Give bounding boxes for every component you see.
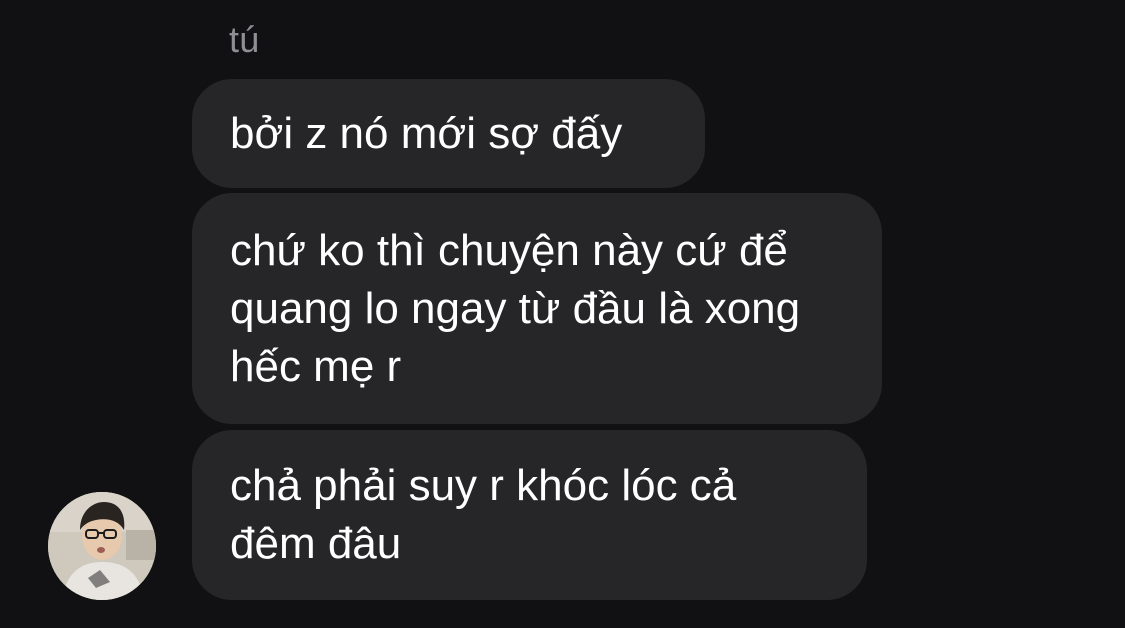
- message-text: chả phải suy r khóc lóc cả đêm đâu: [230, 461, 737, 568]
- message-text: bởi z nó mới sợ đấy: [230, 108, 623, 158]
- message-bubble[interactable]: chứ ko thì chuyện này cứ để quang lo nga…: [192, 193, 882, 424]
- user-photo-avatar-icon: [48, 492, 156, 600]
- message-bubble[interactable]: chả phải suy r khóc lóc cả đêm đâu: [192, 430, 867, 600]
- sender-avatar[interactable]: [48, 492, 156, 600]
- message-text: chứ ko thì chuyện này cứ để quang lo nga…: [230, 225, 801, 391]
- message-bubble[interactable]: bởi z nó mới sợ đấy: [192, 79, 705, 188]
- sender-name: tú: [229, 19, 260, 60]
